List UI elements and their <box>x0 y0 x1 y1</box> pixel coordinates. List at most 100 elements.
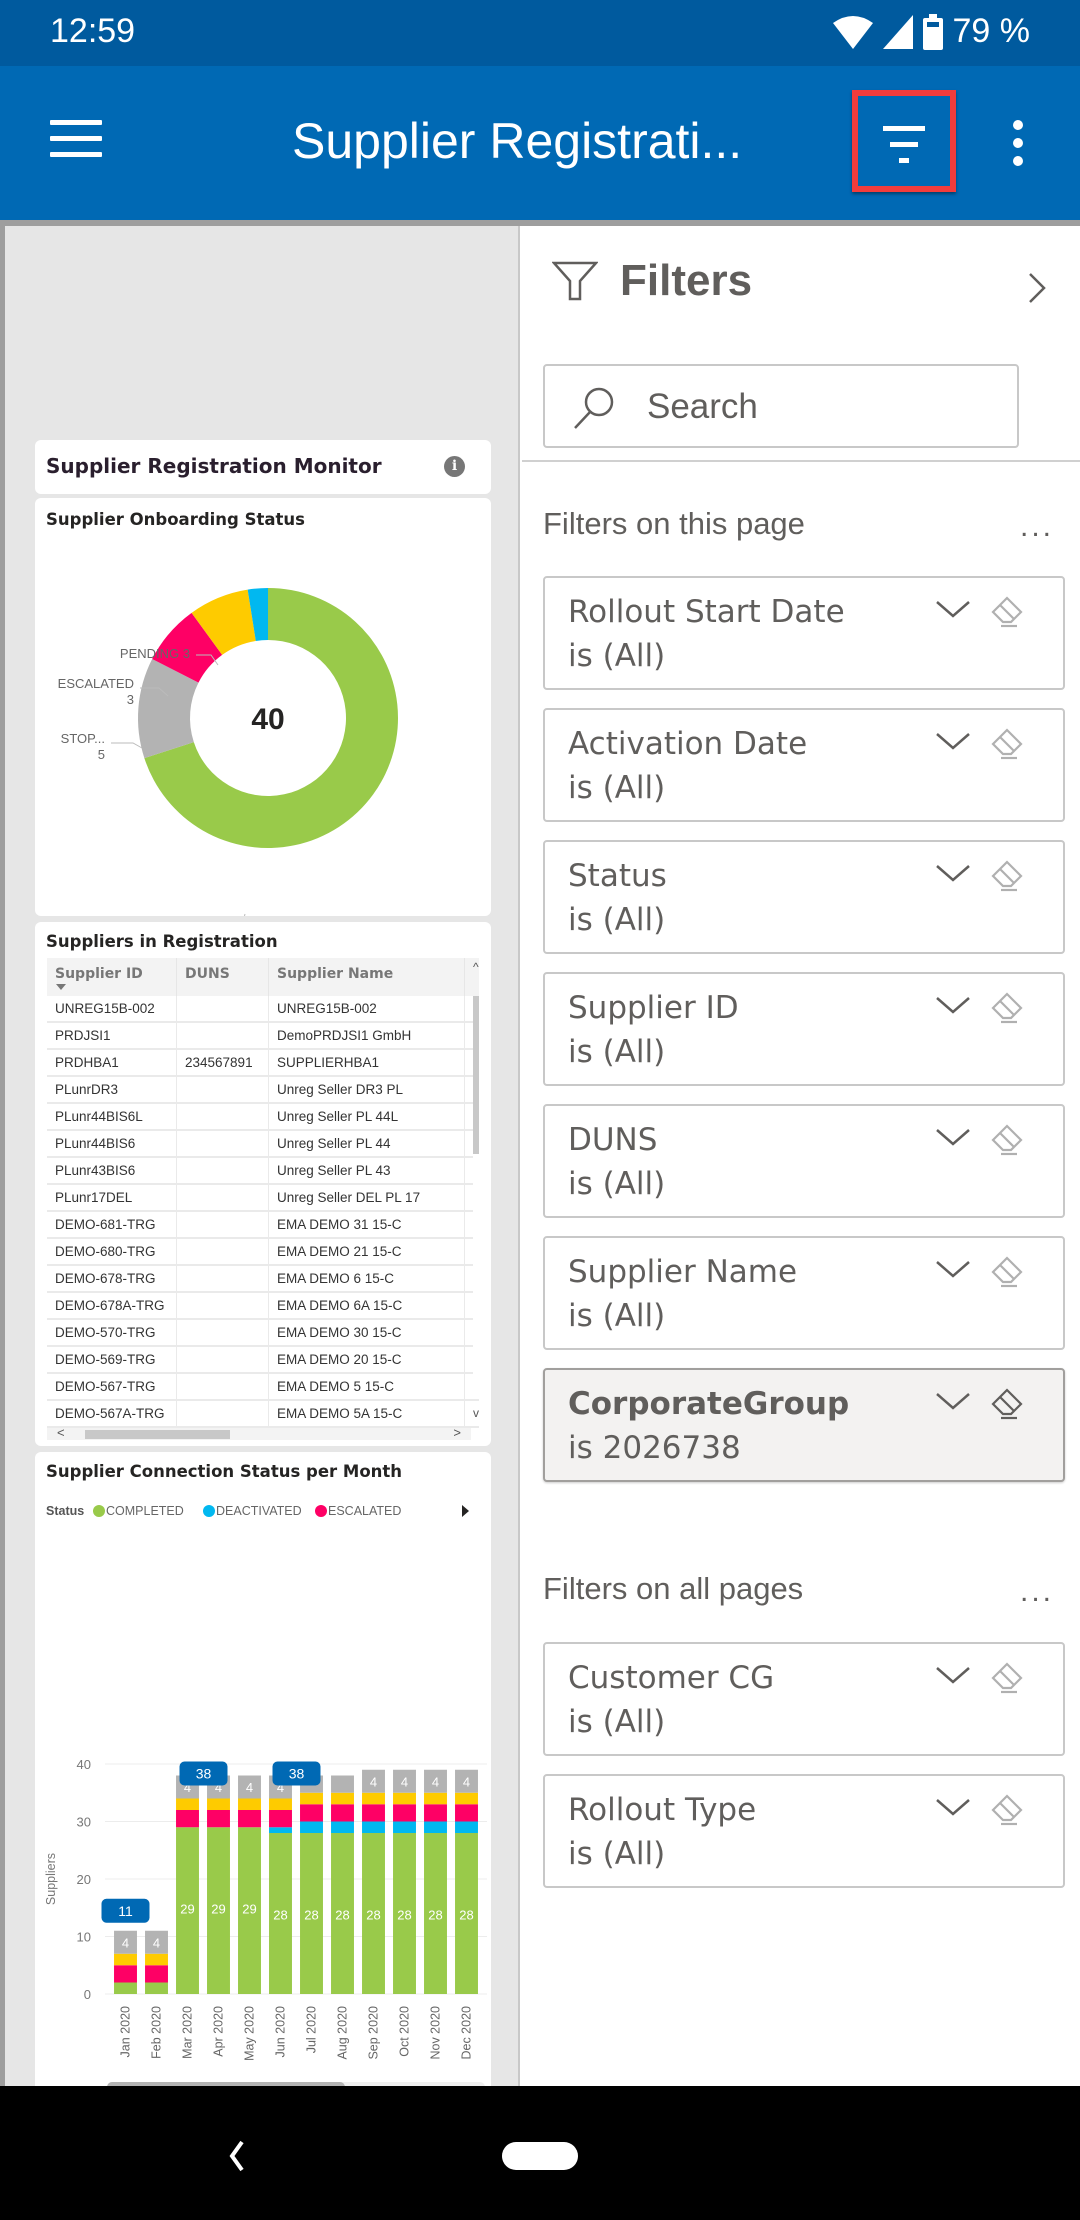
bar-segment-completed[interactable] <box>145 1982 168 1995</box>
bar-segment-escalated[interactable] <box>238 1810 261 1828</box>
clear-filter-eraser-icon[interactable] <box>989 726 1025 760</box>
hamburger-menu-button[interactable] <box>50 120 102 160</box>
bar-segment-deactivated[interactable] <box>424 1821 447 1834</box>
clear-filter-eraser-icon[interactable] <box>989 1792 1025 1826</box>
bar-segment-pending[interactable] <box>207 1798 230 1811</box>
filter-card-supplier-name[interactable]: Supplier Name is (All) <box>543 1236 1065 1350</box>
legend-next-arrow-icon[interactable] <box>462 1505 469 1517</box>
bar-segment-pending[interactable] <box>331 1792 354 1805</box>
table-row[interactable]: PRDHBA1 234567891 SUPPLIERHBA1 <box>47 1050 479 1077</box>
filter-pane-button[interactable] <box>852 90 956 192</box>
expand-filter-chevron-icon[interactable] <box>933 1126 973 1150</box>
filter-card-status[interactable]: Status is (All) <box>543 840 1065 954</box>
table-row[interactable]: DEMO-569-TRG EMA DEMO 20 15-C <box>47 1347 479 1374</box>
bar-segment-stopped[interactable] <box>331 1775 354 1793</box>
scroll-right-arrow[interactable]: > <box>453 1425 461 1440</box>
info-icon[interactable]: i <box>444 456 465 477</box>
bar-segment-pending[interactable] <box>238 1798 261 1811</box>
scroll-down-arrow[interactable]: v <box>473 1406 479 1420</box>
expand-filter-chevron-icon[interactable] <box>933 862 973 886</box>
filter-card-duns[interactable]: DUNS is (All) <box>543 1104 1065 1218</box>
expand-filter-chevron-icon[interactable] <box>933 1390 973 1414</box>
expand-filter-chevron-icon[interactable] <box>933 1664 973 1688</box>
bar-segment-pending[interactable] <box>176 1798 199 1811</box>
table-row[interactable]: PLunr44BIS6 Unreg Seller PL 44 <box>47 1131 479 1158</box>
expand-filter-chevron-icon[interactable] <box>933 1258 973 1282</box>
bar-segment-deactivated[interactable] <box>331 1821 354 1834</box>
filter-card-rollout-start-date[interactable]: Rollout Start Date is (All) <box>543 576 1065 690</box>
bar-segment-escalated[interactable] <box>176 1810 199 1828</box>
column-header-duns[interactable]: DUNS <box>177 958 269 996</box>
table-row[interactable]: DEMO-678A-TRG EMA DEMO 6A 15-C <box>47 1293 479 1320</box>
bar-segment-pending[interactable] <box>362 1792 385 1805</box>
bar-segment-escalated[interactable] <box>114 1965 137 1983</box>
clear-filter-eraser-icon[interactable] <box>989 594 1025 628</box>
expand-filter-chevron-icon[interactable] <box>933 730 973 754</box>
bar-segment-escalated[interactable] <box>362 1804 385 1822</box>
onboarding-status-visual[interactable]: Supplier Onboarding Status 40COMPLETED28… <box>35 498 491 916</box>
scrollbar-thumb[interactable] <box>473 996 479 1154</box>
column-header-supplier-id[interactable]: Supplier ID <box>47 958 177 996</box>
section-more-options-all-pages[interactable]: ... <box>1020 1575 1054 1609</box>
table-row[interactable]: DEMO-567A-TRG EMA DEMO 5A 15-C <box>47 1401 479 1428</box>
bar-segment-pending[interactable] <box>269 1798 292 1811</box>
bar-segment-escalated[interactable] <box>424 1804 447 1822</box>
more-options-button[interactable] <box>1008 120 1028 170</box>
bar-segment-pending[interactable] <box>114 1953 137 1966</box>
bar-segment-pending[interactable] <box>393 1792 416 1805</box>
clear-filter-eraser-icon[interactable] <box>989 1122 1025 1156</box>
column-header-supplier-name[interactable]: Supplier Name <box>269 958 465 996</box>
table-row[interactable]: PLunrDR3 Unreg Seller DR3 PL <box>47 1077 479 1104</box>
table-row[interactable]: PLunr17DEL Unreg Seller DEL PL 17 <box>47 1185 479 1212</box>
scroll-left-arrow[interactable]: < <box>57 1425 65 1440</box>
clear-filter-eraser-icon[interactable] <box>989 1660 1025 1694</box>
bar-segment-completed[interactable] <box>114 1982 137 1995</box>
bar-segment-deactivated[interactable] <box>362 1821 385 1834</box>
expand-filter-chevron-icon[interactable] <box>933 598 973 622</box>
bar-segment-escalated[interactable] <box>455 1804 478 1822</box>
table-row[interactable]: DEMO-567-TRG EMA DEMO 5 15-C <box>47 1374 479 1401</box>
legend-item-escalated[interactable]: ESCALATED <box>315 1504 401 1518</box>
bar-segment-pending[interactable] <box>300 1792 323 1805</box>
filter-card-corporategroup[interactable]: CorporateGroup is 2026738 <box>543 1368 1065 1482</box>
table-vertical-scrollbar[interactable] <box>473 996 479 1394</box>
expand-filter-chevron-icon[interactable] <box>933 1796 973 1820</box>
section-more-options-this-page[interactable]: ... <box>1020 510 1054 544</box>
bar-segment-pending[interactable] <box>145 1953 168 1966</box>
report-canvas[interactable]: Supplier Registration Monitor i Supplier… <box>0 226 520 2102</box>
table-row[interactable]: DEMO-570-TRG EMA DEMO 30 15-C <box>47 1320 479 1347</box>
bar-segment-escalated[interactable] <box>145 1965 168 1983</box>
scrollbar-thumb[interactable] <box>85 1430 230 1439</box>
bar-segment-escalated[interactable] <box>207 1810 230 1828</box>
bar-segment-pending[interactable] <box>455 1792 478 1805</box>
filter-card-activation-date[interactable]: Activation Date is (All) <box>543 708 1065 822</box>
filter-search-input[interactable]: Search <box>543 364 1019 448</box>
bar-segment-escalated[interactable] <box>269 1810 292 1828</box>
bar-segment-deactivated[interactable] <box>300 1821 323 1834</box>
suppliers-table-visual[interactable]: Suppliers in Registration Supplier ID DU… <box>35 922 491 1446</box>
table-row[interactable]: PLunr44BIS6L Unreg Seller PL 44L <box>47 1104 479 1131</box>
legend-item-completed[interactable]: COMPLETED <box>93 1504 184 1518</box>
clear-filter-eraser-icon[interactable] <box>989 990 1025 1024</box>
table-row[interactable]: UNREG15B-002 UNREG15B-002 <box>47 996 479 1023</box>
expand-filter-chevron-icon[interactable] <box>933 994 973 1018</box>
table-row[interactable]: DEMO-681-TRG EMA DEMO 31 15-C <box>47 1212 479 1239</box>
filter-card-rollout-type[interactable]: Rollout Type is (All) <box>543 1774 1065 1888</box>
filter-card-supplier-id[interactable]: Supplier ID is (All) <box>543 972 1065 1086</box>
bar-segment-pending[interactable] <box>424 1792 447 1805</box>
table-row[interactable]: PRDJSI1 DemoPRDJSI1 GmbH <box>47 1023 479 1050</box>
clear-filter-eraser-icon[interactable] <box>989 1386 1025 1420</box>
back-icon[interactable] <box>222 2136 252 2176</box>
filter-card-customer-cg[interactable]: Customer CG is (All) <box>543 1642 1065 1756</box>
bar-segment-deactivated[interactable] <box>269 1827 292 1833</box>
table-row[interactable]: DEMO-680-TRG EMA DEMO 21 15-C <box>47 1239 479 1266</box>
bar-segment-escalated[interactable] <box>331 1804 354 1822</box>
table-row[interactable]: PLunr43BIS6 Unreg Seller PL 43 <box>47 1158 479 1185</box>
bar-segment-escalated[interactable] <box>393 1804 416 1822</box>
legend-item-deactivated[interactable]: DEACTIVATED <box>203 1504 302 1518</box>
collapse-pane-chevron-icon[interactable] <box>1022 268 1052 308</box>
bar-segment-deactivated[interactable] <box>393 1821 416 1834</box>
clear-filter-eraser-icon[interactable] <box>989 858 1025 892</box>
table-row[interactable]: DEMO-678-TRG EMA DEMO 6 15-C <box>47 1266 479 1293</box>
clear-filter-eraser-icon[interactable] <box>989 1254 1025 1288</box>
